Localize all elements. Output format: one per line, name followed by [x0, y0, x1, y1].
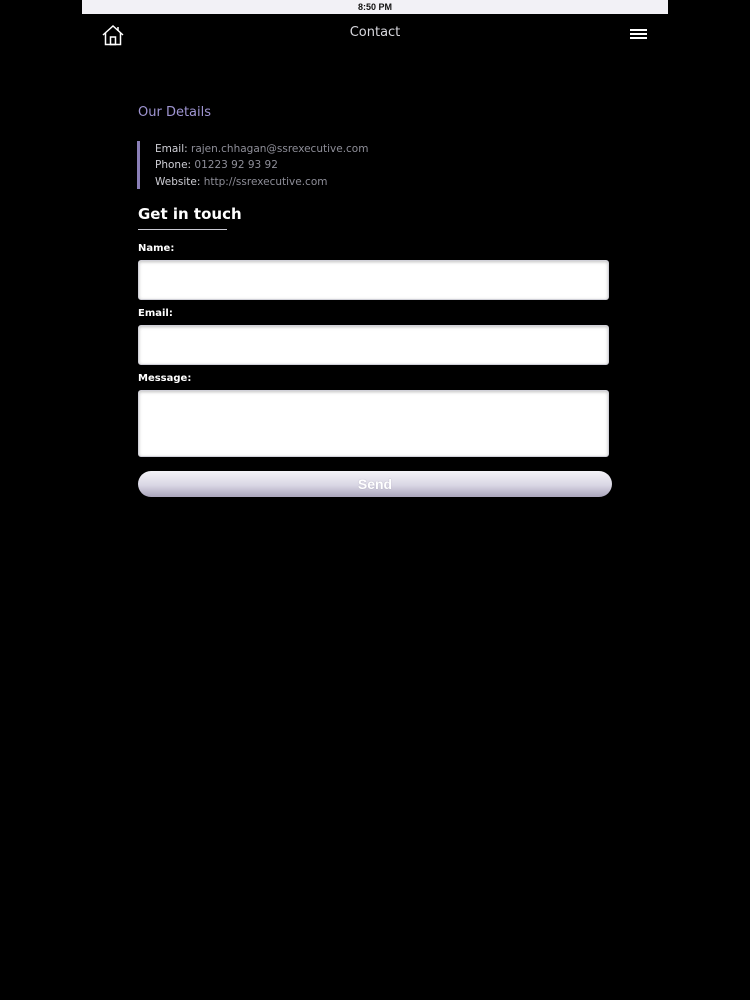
website-detail-label: Website: — [155, 175, 201, 188]
our-details-heading: Our Details — [138, 105, 212, 120]
email-label: Email: — [138, 308, 173, 319]
phone-detail: Phone: 01223 92 93 92 — [155, 157, 437, 173]
heading-underline — [138, 229, 227, 230]
email-detail-label: Email: — [155, 143, 188, 155]
website-detail-link[interactable]: http://ssrexecutive.com — [204, 176, 328, 188]
message-textarea[interactable] — [138, 390, 609, 457]
get-in-touch-heading: Get in touch — [138, 205, 242, 223]
status-bar: 8:50 PM — [82, 0, 668, 14]
email-input[interactable] — [138, 325, 609, 365]
phone-detail-value[interactable]: 01223 92 93 92 — [194, 159, 278, 171]
email-detail-value[interactable]: rajen.chhagan@ssrexecutive.com — [191, 143, 368, 155]
hamburger-menu-icon[interactable] — [628, 26, 650, 42]
contact-details-block: Email: rajen.chhagan@ssrexecutive.com Ph… — [137, 141, 437, 189]
status-time: 8:50 PM — [357, 2, 392, 12]
message-label: Message: — [138, 373, 192, 384]
phone-detail-label: Phone: — [155, 159, 192, 172]
name-label: Name: — [138, 243, 175, 254]
website-detail: Website: http://ssrexecutive.com — [155, 174, 437, 190]
name-input[interactable] — [138, 260, 609, 300]
send-button[interactable]: Send — [138, 471, 612, 497]
email-detail: Email: rajen.chhagan@ssrexecutive.com — [155, 141, 437, 157]
